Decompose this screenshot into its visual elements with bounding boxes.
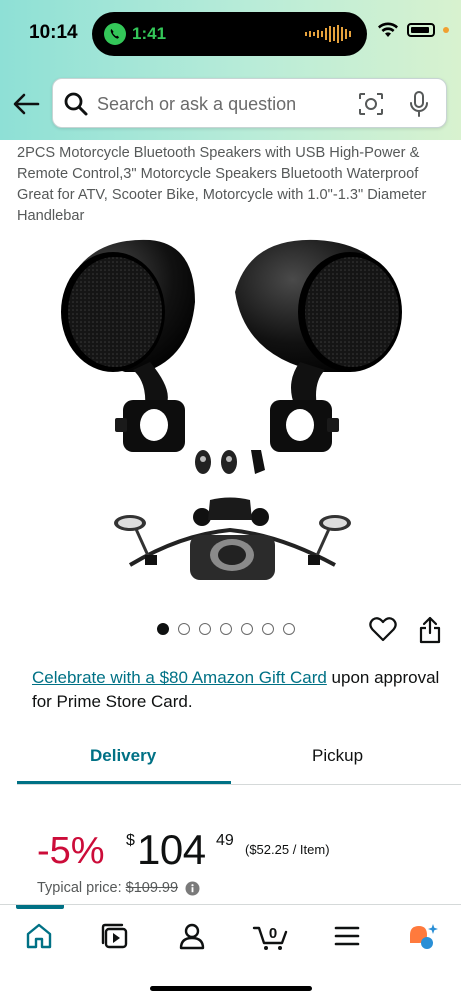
home-indicator[interactable]	[150, 986, 312, 991]
cart-icon[interactable]: 0	[252, 921, 290, 951]
status-time: 10:14	[29, 22, 78, 43]
typical-price-value: $109.99	[125, 880, 179, 896]
carousel-dot[interactable]	[283, 623, 295, 635]
image-carousel-dots[interactable]	[157, 623, 295, 635]
magnifier-icon	[64, 92, 88, 116]
header-background: 10:14 1:41	[0, 0, 461, 140]
video-icon[interactable]	[98, 921, 132, 951]
carousel-dot[interactable]	[262, 623, 274, 635]
account-icon[interactable]	[175, 921, 209, 951]
rufus-icon[interactable]	[406, 921, 440, 951]
product-title[interactable]: 2PCS Motorcycle Bluetooth Speakers with …	[17, 143, 449, 227]
status-indicators	[377, 22, 449, 38]
unit-price: ($52.25 / Item)	[245, 842, 330, 857]
call-duration: 1:41	[132, 24, 167, 43]
divider	[17, 784, 461, 785]
product-image[interactable]	[55, 232, 410, 487]
heart-icon[interactable]	[369, 616, 397, 642]
cart-count: 0	[269, 925, 277, 942]
privacy-indicator	[443, 27, 449, 33]
tab-delivery[interactable]: Delivery	[90, 746, 156, 766]
typical-price: Typical price: $109.99	[37, 880, 200, 896]
info-icon[interactable]	[185, 881, 200, 896]
gift-card-link[interactable]: Celebrate with a $80 Amazon Gift Card	[32, 668, 327, 687]
left-speaker	[61, 239, 195, 452]
call-indicator[interactable]: 1:41	[104, 20, 166, 48]
battery-icon	[407, 23, 435, 37]
camera-lens-icon[interactable]	[358, 92, 384, 116]
right-speaker	[235, 239, 402, 452]
carousel-dot[interactable]	[241, 623, 253, 635]
search-input[interactable]	[97, 89, 347, 119]
price-whole: 104	[137, 826, 206, 873]
dynamic-island[interactable]: 1:41	[92, 12, 367, 56]
tab-pickup[interactable]: Pickup	[312, 746, 363, 766]
status-bar: 10:14 1:41	[0, 0, 461, 68]
audio-wave-icon	[305, 25, 351, 43]
fulfillment-tabs: Delivery Pickup	[17, 738, 461, 786]
carousel-dot[interactable]	[157, 623, 169, 635]
product-image-motorcycle[interactable]	[110, 495, 355, 587]
back-arrow-icon[interactable]	[12, 92, 40, 116]
gift-card-promo: Celebrate with a $80 Amazon Gift Card up…	[32, 666, 442, 714]
discount-percent: -5%	[37, 830, 105, 872]
price-fraction: 49	[216, 832, 234, 849]
phone-icon	[104, 23, 126, 45]
home-icon[interactable]	[22, 921, 56, 951]
wifi-icon	[378, 22, 398, 37]
microphone-icon[interactable]	[409, 90, 429, 118]
remote-controls	[195, 450, 265, 474]
carousel-dot[interactable]	[199, 623, 211, 635]
carousel-dot[interactable]	[178, 623, 190, 635]
currency-symbol: $	[126, 832, 135, 849]
menu-icon[interactable]	[330, 921, 364, 951]
carousel-dot[interactable]	[220, 623, 232, 635]
share-icon[interactable]	[419, 616, 441, 644]
search-bar[interactable]	[52, 78, 447, 128]
active-nav-indicator	[16, 905, 64, 909]
typical-price-label: Typical price:	[37, 880, 122, 896]
